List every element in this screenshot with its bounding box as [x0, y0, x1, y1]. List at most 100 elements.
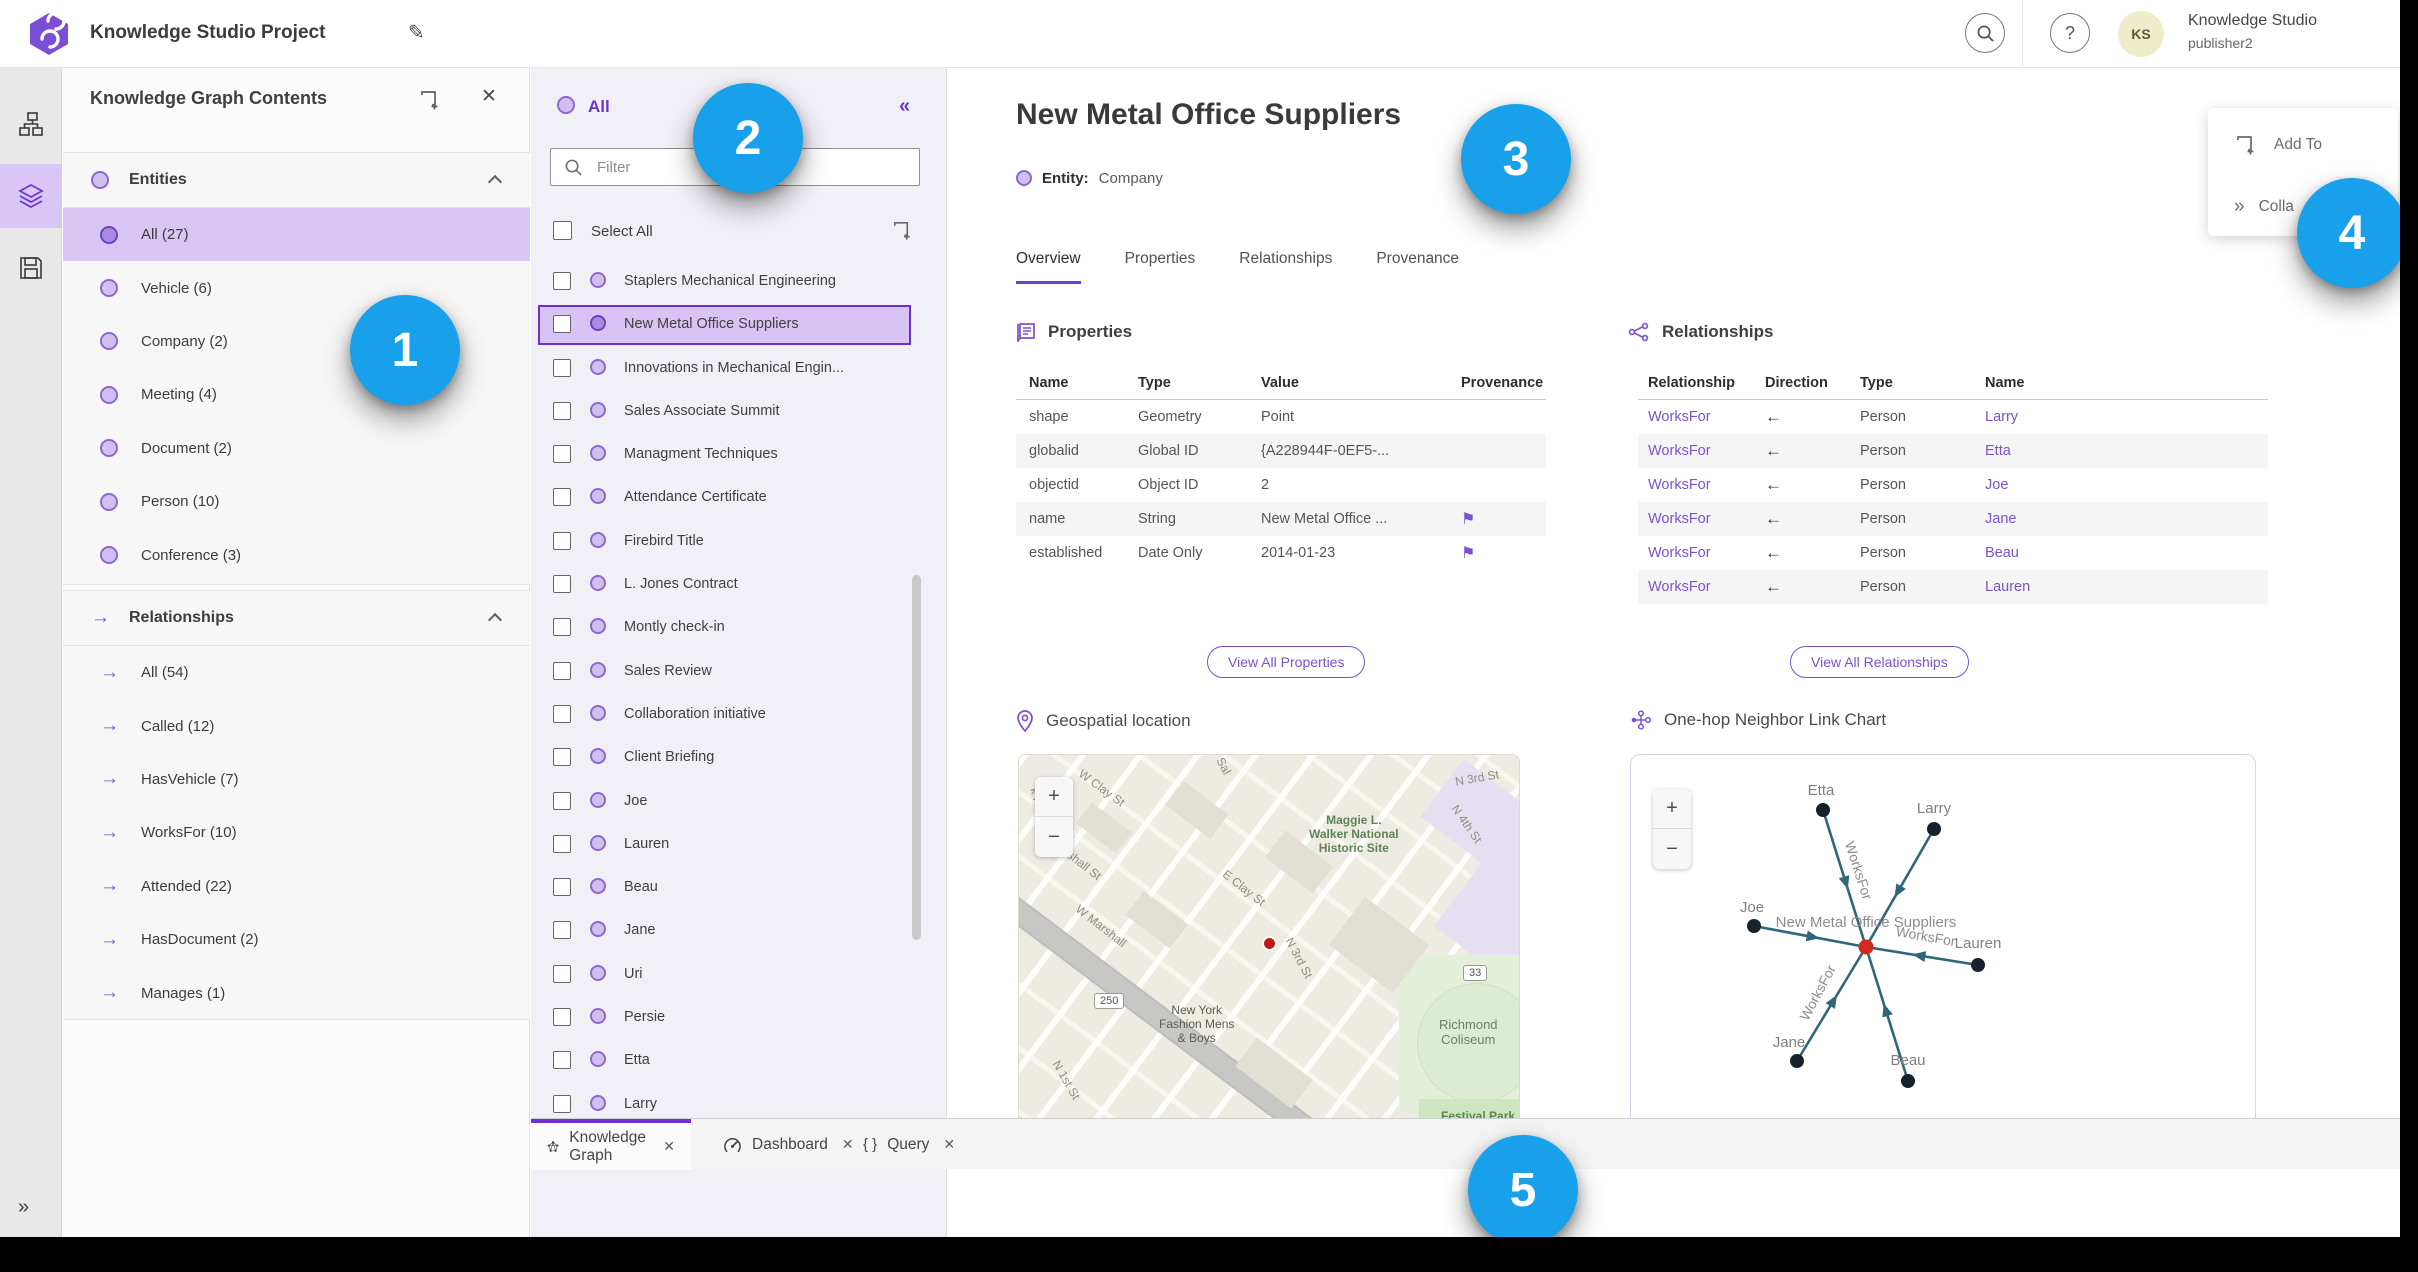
- item-checkbox[interactable]: [553, 661, 571, 680]
- list-item[interactable]: Client Briefing: [531, 736, 947, 779]
- graph-node-jane[interactable]: [1790, 1054, 1804, 1068]
- add-selection-to-map-icon[interactable]: [891, 219, 914, 242]
- list-scrollbar-thumb[interactable]: [912, 575, 921, 940]
- tab-dashboard[interactable]: Dashboard ✕: [707, 1119, 870, 1170]
- relationship-type-item[interactable]: → Called (12): [63, 699, 530, 752]
- graph-node-etta[interactable]: [1816, 803, 1830, 817]
- item-checkbox[interactable]: [553, 358, 571, 377]
- relationship-type-item[interactable]: → HasDocument (2): [63, 913, 530, 966]
- entity-link[interactable]: Joe: [1985, 477, 2105, 493]
- list-item[interactable]: Etta: [531, 1039, 947, 1082]
- rail-item-save[interactable]: [0, 236, 62, 300]
- close-tab-icon[interactable]: ✕: [663, 1138, 675, 1155]
- entity-type-item[interactable]: Vehicle (6): [63, 261, 530, 314]
- list-item[interactable]: Firebird Title: [531, 520, 947, 563]
- list-item[interactable]: Beau: [531, 866, 947, 909]
- list-item[interactable]: Sales Review: [531, 650, 947, 693]
- entity-type-item[interactable]: Document (2): [63, 422, 530, 475]
- list-item[interactable]: L. Jones Contract: [531, 563, 947, 606]
- relationship-type-item[interactable]: → HasVehicle (7): [63, 753, 530, 806]
- close-tab-icon[interactable]: ✕: [943, 1136, 955, 1153]
- list-item[interactable]: Joe: [531, 780, 947, 823]
- relationship-link[interactable]: WorksFor: [1638, 409, 1765, 425]
- list-item[interactable]: Jane: [531, 909, 947, 952]
- entities-section-header[interactable]: Entities: [63, 153, 530, 208]
- list-item[interactable]: Attendance Certificate: [531, 476, 947, 519]
- item-checkbox[interactable]: [553, 618, 571, 637]
- list-item[interactable]: Innovations in Mechanical Engin...: [531, 347, 947, 390]
- entity-type-item[interactable]: Meeting (4): [63, 368, 530, 421]
- relationship-link[interactable]: WorksFor: [1638, 443, 1765, 459]
- relationship-type-item[interactable]: → Manages (1): [63, 966, 530, 1019]
- geospatial-map[interactable]: k RdW Clay StSalN 3rd StN 4th StMaggie L…: [1018, 754, 1520, 1132]
- rail-item-layers[interactable]: [0, 164, 62, 228]
- list-item[interactable]: Montly check-in: [531, 606, 947, 649]
- expand-rail-button[interactable]: »: [18, 1196, 29, 1219]
- item-checkbox[interactable]: [553, 445, 571, 464]
- chart-zoom-in-button[interactable]: +: [1653, 789, 1691, 829]
- chart-zoom-out-button[interactable]: −: [1653, 829, 1691, 869]
- list-item[interactable]: Persie: [531, 996, 947, 1039]
- item-checkbox[interactable]: [553, 1051, 571, 1070]
- entity-type-item[interactable]: Person (10): [63, 475, 530, 528]
- list-item[interactable]: Staplers Mechanical Engineering: [531, 260, 947, 303]
- item-checkbox[interactable]: [553, 575, 571, 594]
- entity-location-marker[interactable]: [1262, 936, 1277, 951]
- collapse-entities-chevron-icon[interactable]: [487, 174, 503, 190]
- relationship-link[interactable]: WorksFor: [1638, 511, 1765, 527]
- list-item[interactable]: Collaboration initiative: [531, 693, 947, 736]
- entity-link[interactable]: Etta: [1985, 443, 2105, 459]
- list-item[interactable]: Uri: [531, 953, 947, 996]
- item-checkbox[interactable]: [553, 315, 571, 334]
- relationship-type-item[interactable]: → WorksFor (10): [63, 806, 530, 859]
- close-panel-icon[interactable]: ✕: [481, 85, 497, 108]
- edit-title-icon[interactable]: ✎: [408, 20, 425, 45]
- item-checkbox[interactable]: [553, 791, 571, 810]
- list-item[interactable]: Managment Techniques: [531, 433, 947, 476]
- detail-tab-relationships[interactable]: Relationships: [1239, 250, 1332, 284]
- entity-link[interactable]: Larry: [1985, 409, 2105, 425]
- entity-link[interactable]: Beau: [1985, 545, 2105, 561]
- collapse-list-panel-icon[interactable]: «: [899, 95, 910, 118]
- item-checkbox[interactable]: [553, 748, 571, 767]
- graph-node-beau[interactable]: [1901, 1074, 1915, 1088]
- tab-knowledge-graph[interactable]: Knowledge Graph ✕: [531, 1119, 691, 1170]
- item-checkbox[interactable]: [553, 272, 571, 290]
- relationship-link[interactable]: WorksFor: [1638, 477, 1765, 493]
- item-checkbox[interactable]: [553, 401, 571, 420]
- add-to-map-icon[interactable]: [418, 88, 442, 112]
- detail-tab-properties[interactable]: Properties: [1125, 250, 1196, 284]
- graph-center-node[interactable]: [1858, 939, 1874, 955]
- view-all-properties-button[interactable]: View All Properties: [1207, 646, 1366, 678]
- map-zoom-out-button[interactable]: −: [1035, 817, 1073, 857]
- menu-item-add-to[interactable]: Add To: [2208, 122, 2398, 168]
- relationship-link[interactable]: WorksFor: [1638, 545, 1765, 561]
- entity-type-item[interactable]: All (27): [63, 208, 530, 262]
- relationship-type-item[interactable]: → Attended (22): [63, 860, 530, 913]
- item-checkbox[interactable]: [553, 704, 571, 723]
- detail-tab-overview[interactable]: Overview: [1016, 250, 1081, 284]
- graph-node-joe[interactable]: [1747, 919, 1761, 933]
- graph-node-larry[interactable]: [1927, 822, 1941, 836]
- item-checkbox[interactable]: [553, 921, 571, 940]
- item-checkbox[interactable]: [553, 531, 571, 550]
- entity-type-item[interactable]: Company (2): [63, 315, 530, 368]
- entity-link[interactable]: Jane: [1985, 511, 2105, 527]
- provenance-flag-icon[interactable]: ⚑: [1461, 545, 1475, 562]
- entity-link[interactable]: Lauren: [1985, 579, 2105, 595]
- list-item[interactable]: New Metal Office Suppliers: [531, 303, 947, 346]
- relationships-section-header[interactable]: → Relationships: [63, 591, 530, 646]
- list-item[interactable]: Sales Associate Summit: [531, 390, 947, 433]
- graph-node-lauren[interactable]: [1971, 958, 1985, 972]
- collapse-relationships-chevron-icon[interactable]: [487, 612, 503, 628]
- map-zoom-in-button[interactable]: +: [1035, 777, 1073, 817]
- item-checkbox[interactable]: [553, 1008, 571, 1027]
- item-checkbox[interactable]: [553, 964, 571, 983]
- rail-item-schema[interactable]: [0, 92, 62, 156]
- select-all-checkbox[interactable]: [553, 221, 572, 240]
- item-checkbox[interactable]: [553, 1094, 571, 1113]
- item-checkbox[interactable]: [553, 834, 571, 853]
- item-checkbox[interactable]: [553, 488, 571, 507]
- help-button[interactable]: ?: [2050, 13, 2090, 53]
- detail-tab-provenance[interactable]: Provenance: [1376, 250, 1459, 284]
